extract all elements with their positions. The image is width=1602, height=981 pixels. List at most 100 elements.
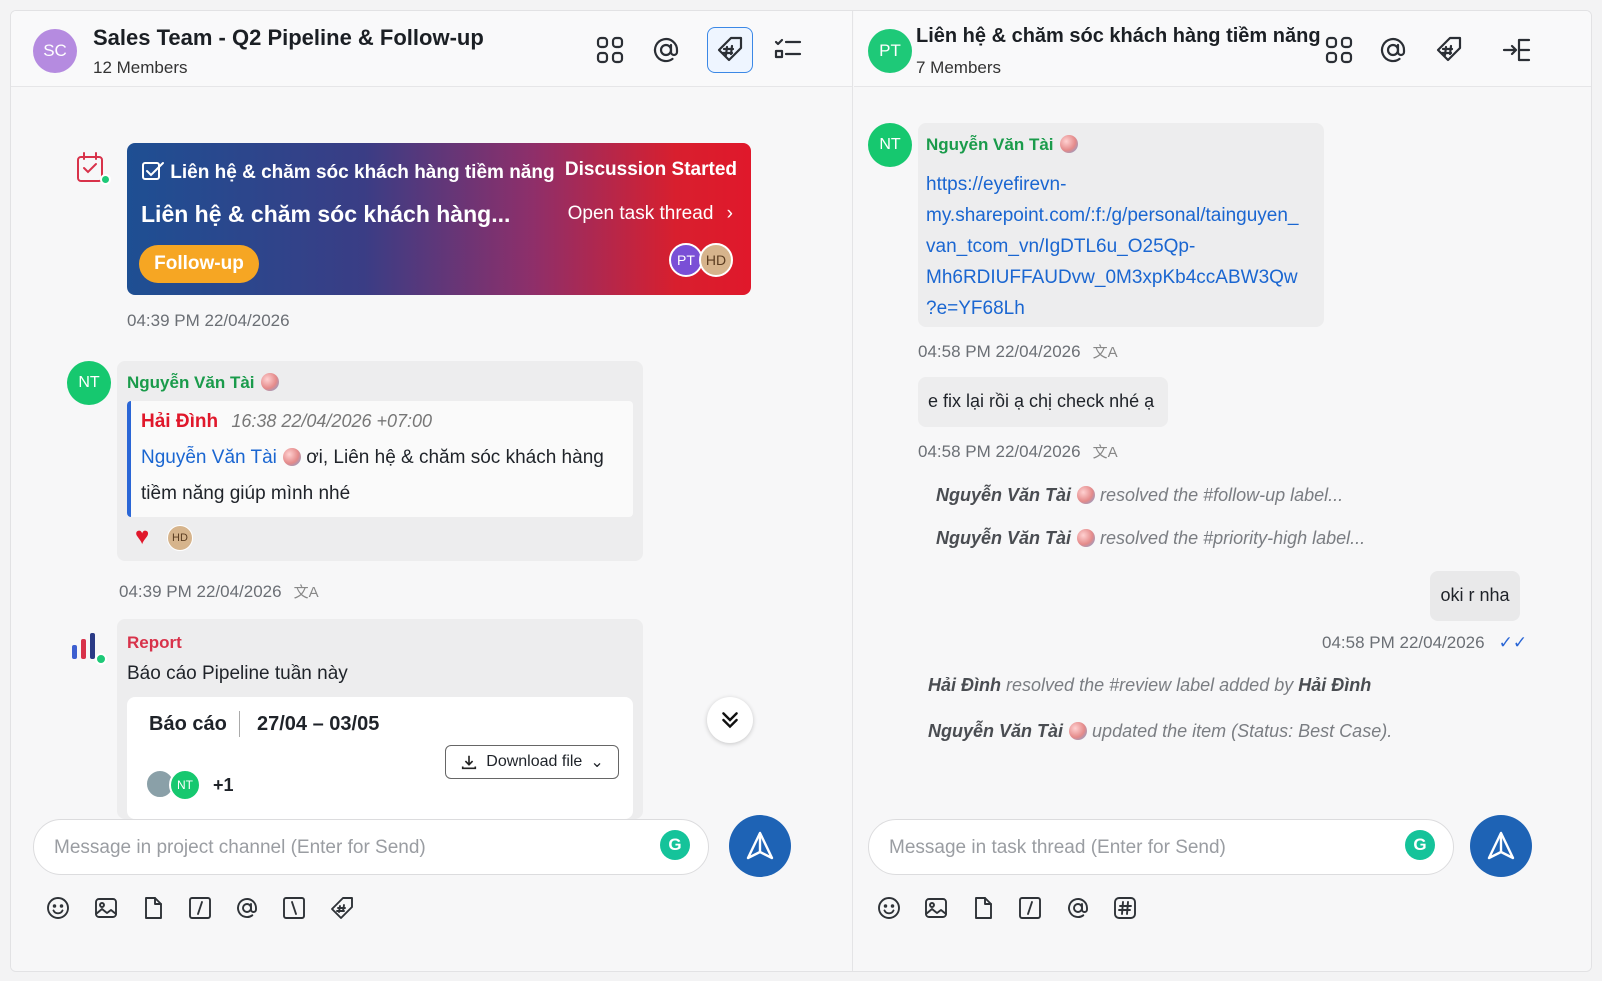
open-task-thread-label: Open task thread: [567, 203, 714, 224]
double-chevron-down-icon: [722, 712, 738, 729]
divider: [239, 711, 240, 737]
report-bubble: Report Báo cáo Pipeline tuần này Báo cáo…: [117, 619, 643, 819]
send-button[interactable]: [729, 815, 791, 877]
image-icon[interactable]: [91, 893, 121, 923]
thread-header: PT Liên hệ & chăm sóc khách hàng tiềm nă…: [854, 11, 1591, 87]
sender-name[interactable]: Nguyễn Văn Tài: [926, 135, 1078, 155]
backslash-command-icon[interactable]: [279, 893, 309, 923]
scroll-to-bottom-button[interactable]: [707, 697, 753, 743]
slash-command-icon[interactable]: [185, 893, 215, 923]
palette-emoji-icon: [260, 373, 279, 391]
report-card[interactable]: Báo cáo 27/04 – 03/05 Download file ⌄ NT…: [127, 697, 633, 819]
message-timestamp: 04:39 PM 22/04/2026 文A: [119, 581, 319, 602]
grammarly-icon[interactable]: G: [660, 830, 690, 860]
viewer-avatar-nt[interactable]: NT: [169, 769, 201, 801]
event-actor: Nguyễn Văn Tài: [936, 528, 1072, 548]
report-label: Report: [127, 633, 182, 652]
link-line: ?e=YF68Lh: [926, 298, 1025, 319]
sender-name-text: Nguyễn Văn Tài: [926, 135, 1054, 154]
heart-reaction-icon[interactable]: ♥: [135, 525, 149, 549]
read-check-icon: ✓✓: [1498, 633, 1528, 652]
grammarly-icon[interactable]: G: [1405, 830, 1435, 860]
timestamp-text: 04:58 PM 22/04/2026: [918, 442, 1081, 461]
mention-link[interactable]: Nguyễn Văn Tài: [141, 447, 277, 468]
translate-icon[interactable]: 文A: [1093, 341, 1118, 362]
viewer-count-extra[interactable]: +1: [213, 775, 234, 796]
emoji-icon[interactable]: [874, 893, 904, 923]
system-event: Nguyễn Văn Tài updated the item (Status:…: [928, 721, 1392, 742]
channel-header: SC Sales Team - Q2 Pipeline & Follow-up …: [11, 11, 852, 87]
event-actor: Nguyễn Văn Tài: [928, 721, 1064, 741]
message-input[interactable]: Message in project channel (Enter for Se…: [33, 819, 709, 875]
reaction-avatar-hd[interactable]: HD: [167, 525, 193, 551]
image-icon[interactable]: [921, 893, 951, 923]
translate-icon[interactable]: 文A: [294, 581, 319, 602]
thread-avatar[interactable]: PT: [868, 29, 912, 73]
thread-title: Liên hệ & chăm sóc khách hàng tiềm năng: [916, 25, 1321, 47]
apps-grid-icon[interactable]: [587, 27, 633, 73]
link-line: my.sharepoint.com/:f:/g/personal/tainguy…: [926, 205, 1299, 226]
channel-title: Sales Team - Q2 Pipeline & Follow-up: [93, 25, 484, 50]
thread-message-input[interactable]: Message in task thread (Enter for Send) …: [868, 819, 1454, 875]
message-timestamp: 04:58 PM 22/04/2026 文A: [918, 441, 1118, 462]
open-task-thread-link[interactable]: Open task thread ›: [568, 203, 733, 225]
task-title: Liên hệ & chăm sóc khách hàng...: [141, 201, 511, 227]
task-thread-pane: PT Liên hệ & chăm sóc khách hàng tiềm nă…: [854, 11, 1591, 971]
task-list-icon[interactable]: [765, 27, 811, 73]
message-text: e fix lại rồi ạ chị check nhé ạ: [928, 391, 1155, 411]
channel-avatar[interactable]: SC: [33, 29, 77, 73]
follow-up-tag[interactable]: Follow-up: [139, 245, 259, 283]
file-icon[interactable]: [968, 893, 998, 923]
exit-thread-icon[interactable]: [1494, 27, 1540, 73]
apps-grid-icon[interactable]: [1316, 27, 1362, 73]
assignee-avatar-pt[interactable]: PT: [669, 243, 703, 277]
assignee-avatar-hd[interactable]: HD: [699, 243, 733, 277]
event-text: resolved the #priority-high label...: [1100, 528, 1366, 548]
system-event: Hải Đình resolved the #review label adde…: [928, 675, 1371, 696]
task-card[interactable]: Liên hệ & chăm sóc khách hàng tiềm năng …: [127, 143, 751, 295]
link-message-bubble: Nguyễn Văn Tài https://eyefirevn- my.sha…: [918, 123, 1324, 327]
hashtag-icon[interactable]: [1110, 893, 1140, 923]
mention-icon[interactable]: [643, 27, 689, 73]
link-line: https://eyefirevn-: [926, 174, 1067, 195]
quoted-message[interactable]: Hải Đình 16:38 22/04/2026 +07:00 Nguyễn …: [127, 401, 633, 517]
download-icon: [462, 755, 477, 770]
send-button[interactable]: [1470, 815, 1532, 877]
sender-name[interactable]: Nguyễn Văn Tài: [127, 373, 279, 393]
palette-emoji-icon: [1077, 529, 1096, 547]
report-period: 27/04 – 03/05: [257, 713, 380, 735]
tag-icon[interactable]: [327, 893, 357, 923]
file-icon[interactable]: [138, 893, 168, 923]
sender-avatar[interactable]: NT: [67, 361, 111, 405]
chevron-right-icon: ›: [726, 203, 733, 224]
download-file-button[interactable]: Download file ⌄: [445, 745, 619, 779]
task-label-text: Liên hệ & chăm sóc khách hàng tiềm năng: [170, 162, 555, 183]
mention-icon[interactable]: [1370, 27, 1416, 73]
tag-hash-icon[interactable]: [1426, 27, 1472, 73]
task-card-timestamp: 04:39 PM 22/04/2026: [127, 311, 290, 330]
palette-emoji-icon: [1077, 486, 1096, 504]
thread-member-count[interactable]: 7 Members: [916, 58, 1001, 78]
system-event: Nguyễn Văn Tài resolved the #priority-hi…: [936, 528, 1365, 549]
task-card-label: Liên hệ & chăm sóc khách hàng tiềm năng: [141, 159, 555, 184]
timestamp-text: 04:39 PM 22/04/2026: [119, 582, 282, 601]
member-count[interactable]: 12 Members: [93, 58, 187, 78]
sharepoint-link[interactable]: https://eyefirevn- my.sharepoint.com/:f:…: [926, 169, 1298, 324]
translate-icon[interactable]: 文A: [1093, 441, 1118, 462]
link-line: van_tcom_vn/IgDTL6u_O25Qp-: [926, 236, 1196, 257]
chevron-down-icon: ⌄: [590, 754, 604, 771]
tag-hash-icon[interactable]: [707, 27, 753, 73]
message-bubble: e fix lại rồi ạ chị check nhé ạ: [918, 377, 1168, 427]
message-bubble: Nguyễn Văn Tài Hải Đình 16:38 22/04/2026…: [117, 361, 643, 561]
quote-text-line1: ơi, Liên hệ & chăm sóc khách hàng: [306, 447, 604, 468]
emoji-icon[interactable]: [43, 893, 73, 923]
slash-command-icon[interactable]: [1015, 893, 1045, 923]
sender-avatar[interactable]: NT: [868, 123, 912, 167]
quote-author: Hải Đình: [141, 411, 219, 432]
event-text: resolved the #follow-up label...: [1100, 485, 1344, 505]
palette-emoji-icon: [1059, 135, 1078, 153]
mention-icon[interactable]: [232, 893, 262, 923]
event-text: updated the item (Status: Best Case).: [1092, 721, 1393, 741]
quote-time: 16:38 22/04/2026 +07:00: [231, 411, 433, 431]
mention-icon[interactable]: [1063, 893, 1093, 923]
